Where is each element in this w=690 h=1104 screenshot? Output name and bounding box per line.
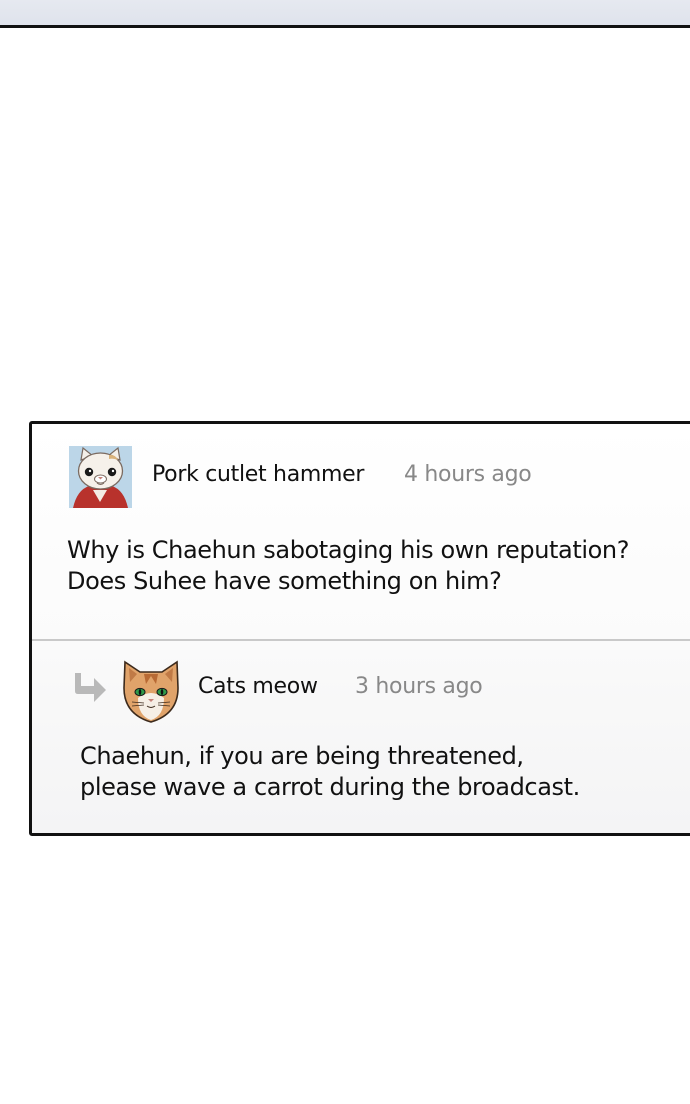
comment-panel: Pork cutlet hammer 4 hours ago Why is Ch… <box>29 421 690 836</box>
comment: Pork cutlet hammer 4 hours ago Why is Ch… <box>32 424 690 641</box>
reply-author[interactable]: Cats meow <box>198 674 318 699</box>
top-bar <box>0 0 690 28</box>
comment-body: Why is Chaehun sabotaging his own reputa… <box>67 535 687 597</box>
white-cat-avatar-icon[interactable] <box>69 446 132 508</box>
reply-body: Chaehun, if you are being threatened, pl… <box>80 741 680 803</box>
reply-line: please wave a carrot during the broadcas… <box>80 773 580 801</box>
orange-cat-avatar-icon[interactable] <box>122 658 180 724</box>
comment-timestamp: 4 hours ago <box>404 462 532 487</box>
reply-line: Chaehun, if you are being threatened, <box>80 742 524 770</box>
reply-comment: Cats meow 3 hours ago Chaehun, if you ar… <box>32 641 690 833</box>
reply-arrow-icon <box>72 671 108 705</box>
comment-author[interactable]: Pork cutlet hammer <box>152 462 364 487</box>
reply-timestamp: 3 hours ago <box>355 674 483 699</box>
comment-line: Why is Chaehun sabotaging his own reputa… <box>67 536 630 564</box>
comment-line: Does Suhee have something on him? <box>67 567 502 595</box>
